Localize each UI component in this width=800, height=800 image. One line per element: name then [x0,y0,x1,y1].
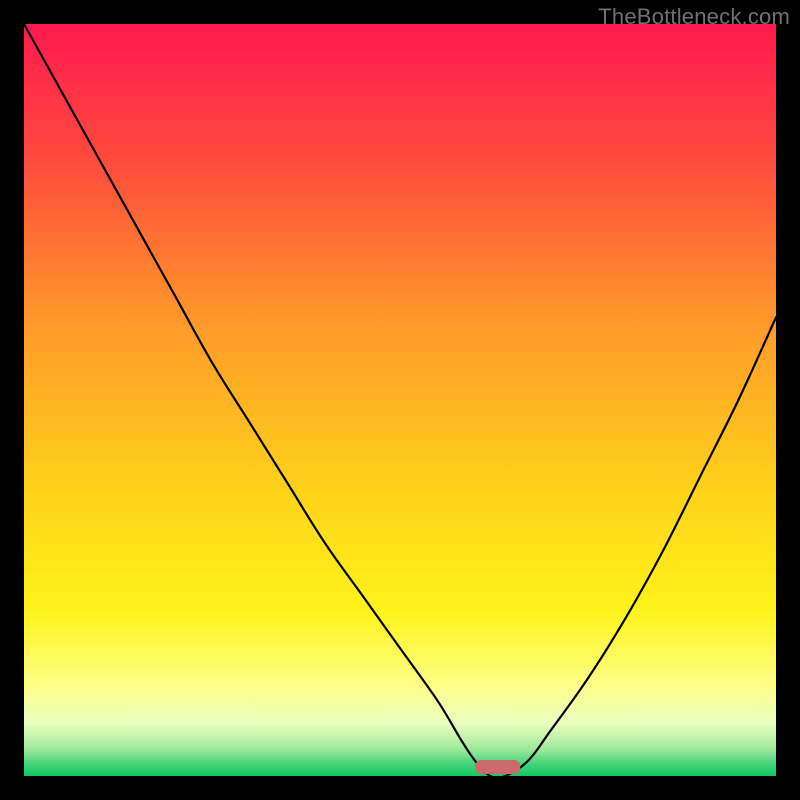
plot-area [24,24,776,776]
watermark-text: TheBottleneck.com [598,4,790,30]
curve-layer [24,24,776,776]
bottleneck-curve-path [24,24,776,776]
marker-band [475,760,520,774]
chart-frame: TheBottleneck.com [0,0,800,800]
